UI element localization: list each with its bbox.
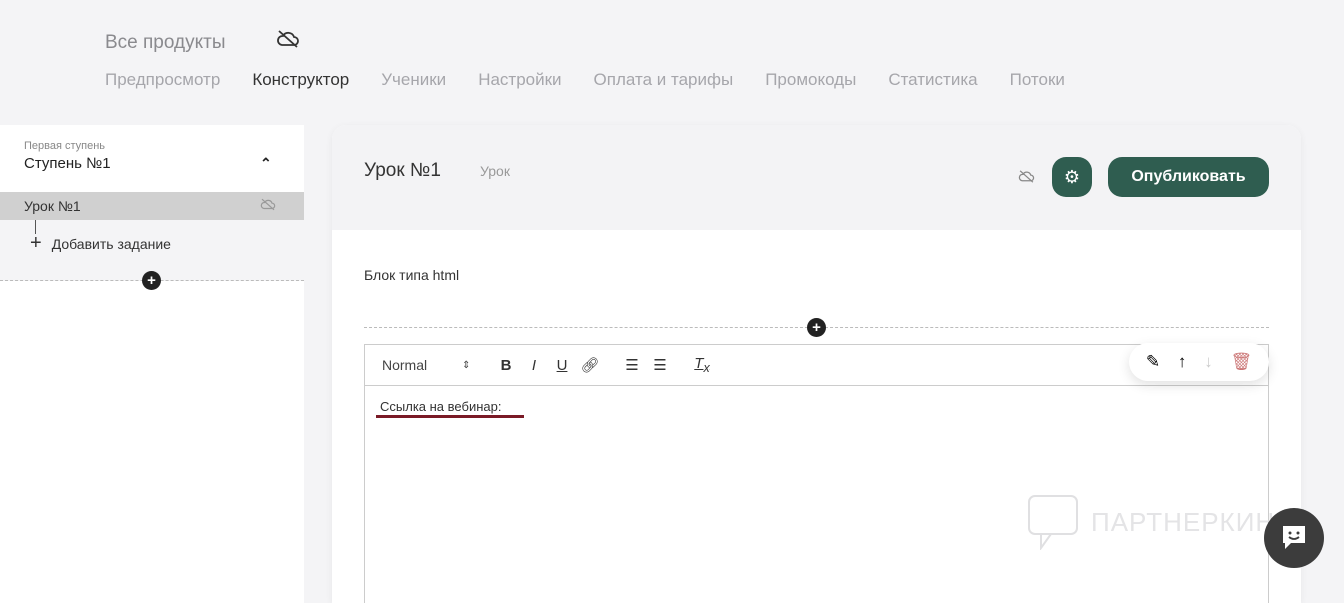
link-icon[interactable]: 🔗︎ — [576, 356, 604, 374]
watermark-text: ПАРТНЕРКИН — [1091, 506, 1276, 537]
lesson-type: Урок — [480, 163, 510, 179]
clear-format-icon[interactable]: Tx — [688, 355, 716, 375]
lesson-label: Урок №1 — [24, 198, 81, 214]
plus-icon: + — [30, 232, 42, 254]
cloud-off-icon — [276, 30, 300, 53]
bullet-list-icon[interactable]: ☰ — [646, 356, 674, 374]
editor-content[interactable]: Ссылка на вебинар: — [365, 386, 1268, 427]
sidebar-lesson-item[interactable]: Урок №1 — [0, 192, 304, 220]
bold-button[interactable]: B — [492, 357, 520, 374]
text-underline — [376, 415, 524, 418]
tab-preview[interactable]: Предпросмотр — [105, 70, 220, 90]
ordered-list-icon[interactable]: ☰ — [618, 356, 646, 374]
tab-payment[interactable]: Оплата и тарифы — [594, 70, 734, 90]
tab-statistics[interactable]: Статистика — [888, 70, 977, 90]
lesson-header: Урок №1 Урок ⚙ Опубликовать — [332, 125, 1301, 230]
watermark: ПАРТНЕРКИН — [1027, 494, 1275, 550]
italic-button[interactable]: I — [520, 357, 548, 374]
trash-icon[interactable]: 🗑︎ — [1230, 352, 1252, 372]
add-task-area: + Добавить задание + — [0, 220, 304, 290]
tab-streams[interactable]: Потоки — [1010, 70, 1065, 90]
chevron-up-icon[interactable]: ⌃ — [260, 155, 272, 172]
watermark-logo-icon — [1028, 495, 1078, 550]
tab-settings[interactable]: Настройки — [478, 70, 561, 90]
settings-button[interactable]: ⚙ — [1052, 157, 1092, 197]
edit-pencil-icon[interactable]: ✎ — [1146, 352, 1160, 372]
block-label: Блок типа html — [364, 267, 460, 283]
add-block-button[interactable]: + — [807, 318, 826, 337]
tab-constructor[interactable]: Конструктор — [252, 70, 349, 90]
cloud-off-icon — [260, 198, 276, 214]
all-products-link[interactable]: Все продукты — [105, 32, 226, 53]
select-arrows-icon: ⇕ — [462, 359, 471, 371]
cloud-off-icon[interactable] — [1018, 170, 1035, 188]
arrow-down-icon[interactable]: ↓ — [1204, 352, 1213, 372]
step-title[interactable]: Ступень №1 — [24, 155, 111, 172]
step-subtitle: Первая ступень — [24, 140, 106, 152]
format-select[interactable]: Normal — [382, 357, 462, 373]
add-task-label: Добавить задание — [51, 235, 171, 252]
publish-button[interactable]: Опубликовать — [1108, 157, 1269, 197]
add-step-button[interactable]: + — [142, 271, 161, 290]
gear-icon: ⚙ — [1063, 167, 1081, 187]
block-actions: ✎ ↑ ↓ 🗑︎ — [1129, 343, 1269, 381]
underline-button[interactable]: U — [548, 357, 576, 374]
product-tabs: Предпросмотр Конструктор Ученики Настрой… — [105, 70, 1065, 90]
tab-promocodes[interactable]: Промокоды — [765, 70, 856, 90]
chat-smile-icon — [1283, 525, 1305, 549]
tab-students[interactable]: Ученики — [381, 70, 446, 90]
lesson-title: Урок №1 — [364, 160, 441, 181]
product-title-row: Все продукты — [105, 30, 300, 54]
rich-text-editor: Normal ⇕ B I U 🔗︎ ☰ ☰ Tx Ссылка на вебин… — [364, 344, 1269, 603]
add-task-button[interactable]: + Добавить задание — [30, 232, 171, 255]
arrow-up-icon[interactable]: ↑ — [1178, 352, 1187, 372]
chat-button[interactable] — [1264, 508, 1324, 568]
sidebar: Первая ступень Ступень №1 ⌃ Урок №1 + Доб… — [0, 125, 304, 603]
